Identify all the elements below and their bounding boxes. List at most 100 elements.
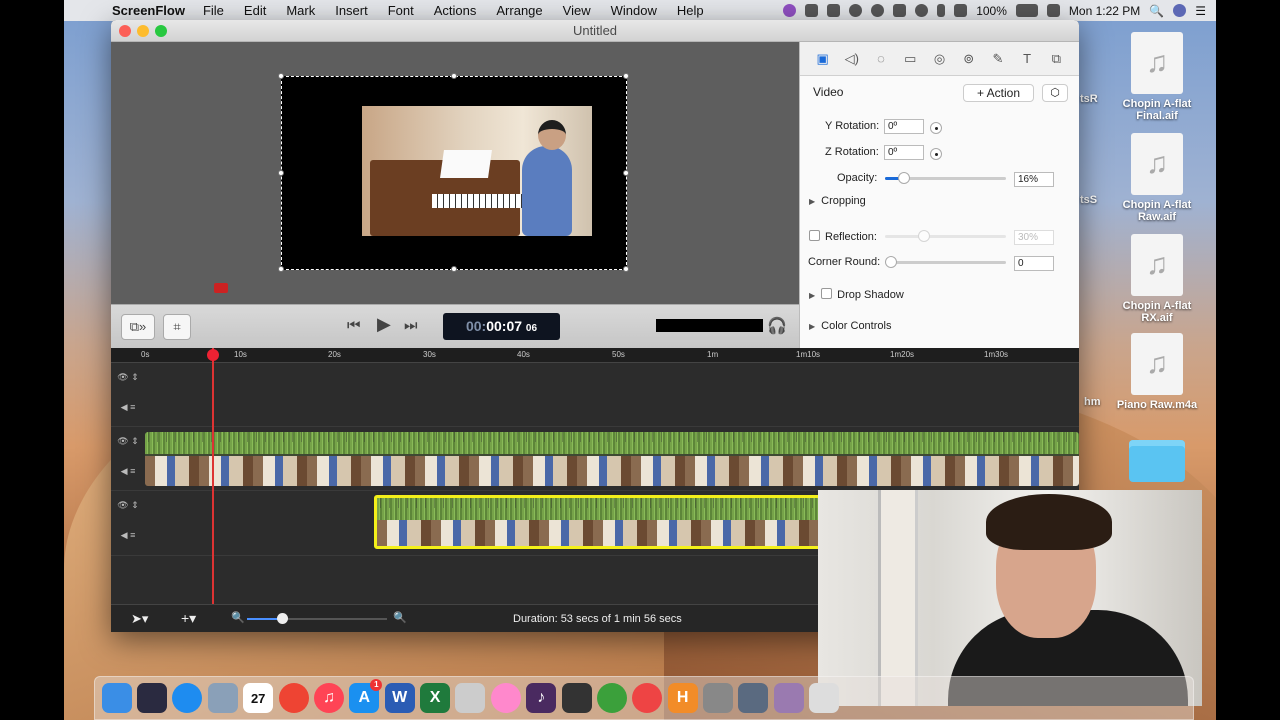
finder-icon[interactable] <box>101 683 132 713</box>
screenflow-dock-icon[interactable] <box>773 683 804 713</box>
battery-icon[interactable] <box>1015 4 1038 17</box>
disk-utility-icon[interactable] <box>561 683 592 713</box>
dropbox-icon[interactable] <box>805 4 819 17</box>
track-1[interactable]: 👁 ⇕ ◀ ≡ <box>111 364 1079 427</box>
selected-video-clip[interactable] <box>374 495 834 549</box>
volume-slider[interactable] <box>656 322 763 332</box>
menu-arrange[interactable]: Arrange <box>486 3 552 18</box>
reflection-field[interactable]: 30% <box>1014 230 1054 245</box>
y-rotation-field[interactable]: 0º <box>884 119 924 134</box>
resize-handle[interactable] <box>278 266 284 272</box>
zoom-slider-thumb[interactable] <box>277 613 288 624</box>
menu-mark[interactable]: Mark <box>276 3 325 18</box>
play-icon[interactable]: ▶ <box>377 314 391 335</box>
handbrake-icon[interactable]: H <box>667 683 698 713</box>
audio-properties-icon[interactable]: ◁) <box>843 50 861 68</box>
clock[interactable]: Mon 1:22 PM <box>1069 4 1140 18</box>
bluetooth-icon[interactable] <box>937 4 946 17</box>
opacity-field[interactable]: 16% <box>1014 172 1054 187</box>
layout-toggle-button[interactable]: ⧉» <box>121 314 155 340</box>
track-audio-icon[interactable]: ◀ ≡ <box>111 466 145 477</box>
menu-actions[interactable]: Actions <box>424 3 487 18</box>
drop-shadow-row[interactable]: ▶ Drop Shadow <box>809 288 904 301</box>
menu-help[interactable]: Help <box>667 3 714 18</box>
zoom-out-icon[interactable]: 🔍 <box>231 611 245 624</box>
resize-handle[interactable] <box>623 266 629 272</box>
menu-insert[interactable]: Insert <box>325 3 378 18</box>
track-visibility-icon[interactable]: 👁 ⇕ <box>111 500 145 511</box>
menu-window[interactable]: Window <box>601 3 667 18</box>
siri-icon[interactable] <box>1173 4 1187 17</box>
add-media-icon[interactable]: +▾ <box>181 610 196 627</box>
wifi-icon[interactable] <box>954 4 968 17</box>
app-store-icon[interactable]: A1 <box>349 679 383 713</box>
resize-handle[interactable] <box>623 73 629 79</box>
desktop-file[interactable]: ♫ Chopin A-flat Raw.aif <box>1109 133 1205 223</box>
music-icon[interactable]: ♫ <box>313 683 344 713</box>
news-icon[interactable] <box>278 683 309 713</box>
media-library-icon[interactable]: ⧉ <box>1047 50 1065 68</box>
airplay-icon[interactable] <box>893 4 907 17</box>
document-icon[interactable] <box>809 683 840 713</box>
excel-icon[interactable]: X <box>420 683 451 713</box>
reflection-slider[interactable] <box>885 230 1006 242</box>
menu-view[interactable]: View <box>553 3 601 18</box>
timeline-zoom-slider[interactable] <box>247 613 387 624</box>
track-visibility-icon[interactable]: 👁 ⇕ <box>111 372 145 383</box>
resize-handle[interactable] <box>278 170 284 176</box>
calendar-icon[interactable]: 27 <box>243 683 274 713</box>
track-visibility-icon[interactable]: 👁 ⇕ <box>111 436 145 447</box>
input-source-icon[interactable] <box>1046 4 1060 17</box>
zoom-button[interactable] <box>155 25 167 37</box>
word-icon[interactable]: W <box>384 683 415 713</box>
opacity-slider-thumb[interactable] <box>898 172 911 184</box>
resize-handle[interactable] <box>278 73 284 79</box>
desktop-folder[interactable] <box>1109 440 1205 482</box>
screenflow-status-icon[interactable] <box>783 4 797 17</box>
text-icon[interactable]: T <box>1018 50 1036 68</box>
battery-percent[interactable]: 100% <box>976 4 1007 18</box>
resize-handle[interactable] <box>451 73 457 79</box>
safari-icon[interactable] <box>172 683 203 713</box>
add-action-button[interactable]: + Action <box>963 84 1034 102</box>
screenshot-icon[interactable] <box>703 683 734 713</box>
3d-cube-button[interactable]: ⬡ <box>1042 84 1068 102</box>
siri-icon[interactable] <box>137 683 168 713</box>
menu-file[interactable]: File <box>193 3 234 18</box>
dollar-icon[interactable] <box>849 4 863 17</box>
track-2[interactable]: 👁 ⇕ ◀ ≡ <box>111 428 1079 491</box>
headphones-icon[interactable]: 🎧 <box>767 316 787 336</box>
resize-handle[interactable] <box>623 170 629 176</box>
resize-handle[interactable] <box>451 266 457 272</box>
desktop-file[interactable]: ♫ Chopin A-flat Final.aif <box>1109 32 1205 122</box>
corner-round-field[interactable]: 0 <box>1014 256 1054 271</box>
menu-edit[interactable]: Edit <box>234 3 276 18</box>
desktop-file[interactable]: ♫ Chopin A-flat RX.aif <box>1109 234 1205 324</box>
corner-round-slider[interactable] <box>885 256 1006 268</box>
corner-round-slider-thumb[interactable] <box>885 256 897 268</box>
evernote-icon[interactable] <box>827 4 841 17</box>
zoom-in-icon[interactable]: 🔍 <box>393 611 407 624</box>
photos-icon[interactable] <box>490 683 521 713</box>
rewind-icon[interactable]: ⏮ <box>347 317 361 334</box>
track-audio-icon[interactable]: ◀ ≡ <box>111 402 145 413</box>
playhead-knob[interactable] <box>207 349 219 361</box>
video-properties-icon[interactable]: ▣ <box>814 50 832 68</box>
menu-font[interactable]: Font <box>378 3 424 18</box>
track-audio-icon[interactable]: ◀ ≡ <box>111 530 145 541</box>
color-controls-disclosure[interactable]: ▶ Color Controls <box>809 320 891 332</box>
time-machine-icon[interactable] <box>915 4 929 17</box>
reflection-slider-thumb[interactable] <box>918 230 930 242</box>
evernote-icon[interactable] <box>596 683 627 713</box>
fast-forward-icon[interactable]: ⏭ <box>404 317 418 334</box>
desktop-file[interactable]: ♫ Piano Raw.m4a <box>1109 333 1205 411</box>
playhead[interactable] <box>212 348 214 604</box>
touch-callout-icon[interactable]: ⊚ <box>960 50 978 68</box>
preview-canvas[interactable] <box>111 42 799 304</box>
preview-icon[interactable] <box>207 683 238 713</box>
selected-media-frame[interactable] <box>278 73 629 272</box>
pointer-tool-icon[interactable]: ➤▾ <box>131 611 148 627</box>
y-rotation-knob[interactable] <box>930 122 942 134</box>
spotlight-icon[interactable]: 🔍 <box>1149 4 1164 18</box>
main-video-clip[interactable] <box>145 432 1079 486</box>
